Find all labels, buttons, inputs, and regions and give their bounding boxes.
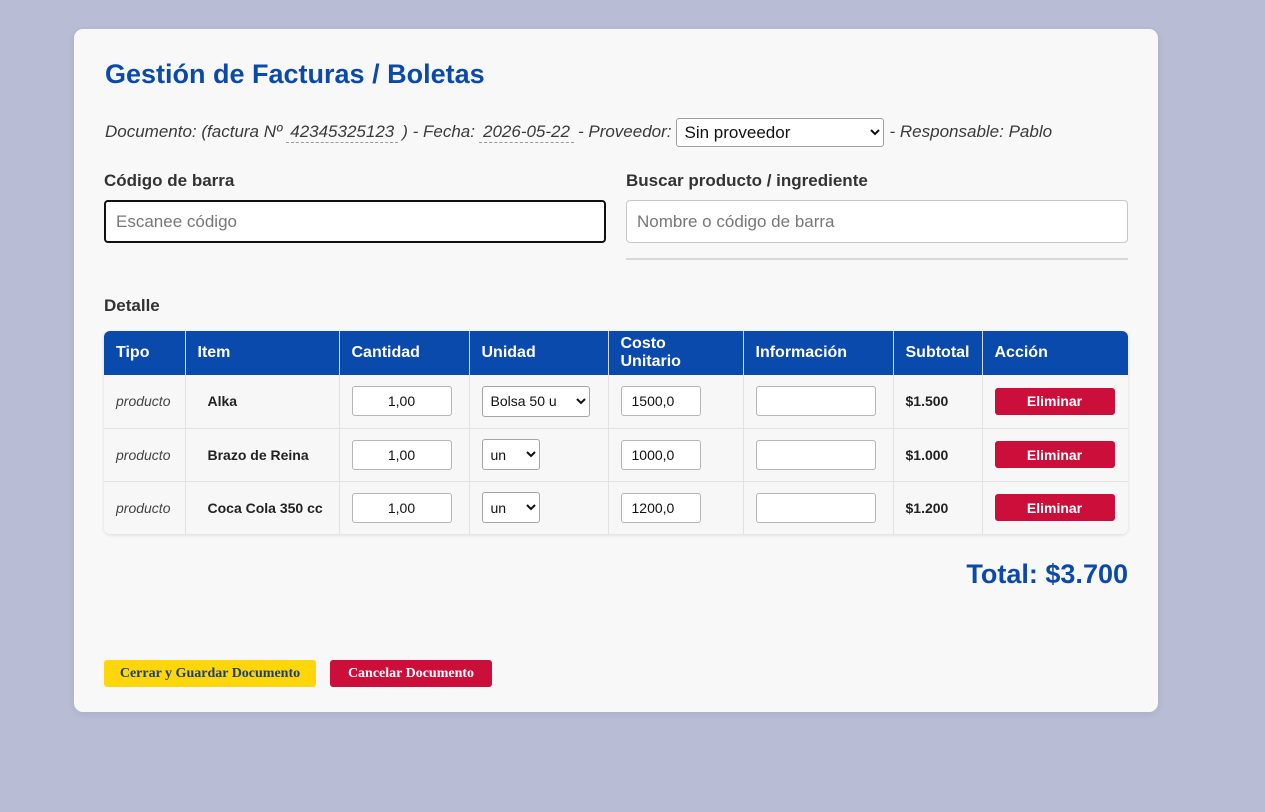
unit-select[interactable]: un <box>481 492 540 524</box>
document-info-line: Documento: (factura Nº 42345325123 ) - F… <box>105 117 1052 147</box>
cancel-document-button[interactable]: Cancelar Documento <box>330 660 492 687</box>
table-row: producto Coca Cola 350 cc un $1.200 Elim… <box>104 480 1128 534</box>
delete-row-button[interactable]: Eliminar <box>994 387 1115 415</box>
cell-accion: Eliminar <box>982 480 1128 534</box>
unit-select[interactable]: un <box>481 439 540 470</box>
cell-item: Brazo de Reina <box>185 427 340 481</box>
info-input[interactable] <box>755 439 876 470</box>
quantity-input[interactable] <box>351 492 452 523</box>
cell-unidad: Bolsa 50 u <box>469 375 609 428</box>
provider-prefix-text: - Proveedor: <box>577 122 672 141</box>
page-title: Gestión de Facturas / Boletas <box>105 59 485 89</box>
table-header-row: Tipo Item Cantidad Unidad Costo Unitario… <box>104 331 1128 375</box>
header-tipo: Tipo <box>104 331 186 375</box>
cell-informacion <box>743 480 894 534</box>
cell-subtotal: $1.000 <box>893 427 983 481</box>
doc-prefix-text: Documento: (factura Nº <box>105 122 283 141</box>
cell-costo <box>608 427 744 481</box>
cell-subtotal: $1.500 <box>893 375 983 428</box>
cell-unidad: un <box>469 480 609 534</box>
cell-tipo: producto <box>104 480 186 534</box>
cell-informacion <box>743 427 894 481</box>
cell-tipo: producto <box>104 427 186 481</box>
unit-cost-input[interactable] <box>620 492 701 523</box>
header-unidad: Unidad <box>469 331 609 375</box>
cell-costo <box>608 375 744 428</box>
detail-table: Tipo Item Cantidad Unidad Costo Unitario… <box>104 331 1128 534</box>
header-accion: Acción <box>982 331 1128 375</box>
info-input[interactable] <box>755 492 876 523</box>
header-item: Item <box>185 331 340 375</box>
table-row: producto Alka Bolsa 50 u $1.500 Eliminar <box>104 375 1128 428</box>
search-input[interactable] <box>626 200 1128 243</box>
header-informacion: Información <box>743 331 894 375</box>
responsible-text: - Responsable: Pablo <box>889 122 1053 141</box>
search-label: Buscar producto / ingrediente <box>626 171 868 190</box>
unit-select[interactable]: Bolsa 50 u <box>481 385 590 417</box>
quantity-input[interactable] <box>351 439 452 470</box>
table-row: producto Brazo de Reina un $1.000 Elimin… <box>104 427 1128 481</box>
save-document-button[interactable]: Cerrar y Guardar Documento <box>104 660 316 687</box>
cell-cantidad <box>339 480 470 534</box>
cell-cantidad <box>339 427 470 481</box>
date-prefix-text: ) - Fecha: <box>402 122 475 141</box>
delete-row-button[interactable]: Eliminar <box>994 494 1115 522</box>
cell-cantidad <box>339 375 470 428</box>
info-input[interactable] <box>755 386 876 417</box>
delete-row-button[interactable]: Eliminar <box>994 441 1115 468</box>
cell-item: Alka <box>185 375 340 428</box>
unit-cost-input[interactable] <box>620 386 701 417</box>
cell-costo <box>608 480 744 534</box>
unit-cost-input[interactable] <box>620 439 701 470</box>
total-amount: Total: $3.700 <box>966 559 1128 589</box>
cell-unidad: un <box>469 427 609 481</box>
barcode-input[interactable] <box>104 200 606 243</box>
doc-number-field[interactable]: 42345325123 <box>286 122 399 143</box>
cell-tipo: producto <box>104 375 186 428</box>
detail-label: Detalle <box>104 296 160 315</box>
cell-informacion <box>743 375 894 428</box>
quantity-input[interactable] <box>351 386 452 417</box>
invoice-card: Gestión de Facturas / Boletas Documento:… <box>74 29 1158 712</box>
cell-accion: Eliminar <box>982 375 1128 428</box>
detail-table-wrapper: Tipo Item Cantidad Unidad Costo Unitario… <box>104 331 1128 534</box>
cell-subtotal: $1.200 <box>893 480 983 534</box>
cell-item: Coca Cola 350 cc <box>185 480 340 534</box>
header-costo-unitario: Costo Unitario <box>608 331 744 375</box>
search-results-divider <box>626 258 1128 260</box>
barcode-label: Código de barra <box>104 171 235 190</box>
date-field[interactable]: 2026-05-22 <box>479 122 574 143</box>
header-subtotal: Subtotal <box>893 331 983 375</box>
header-cantidad: Cantidad <box>339 331 470 375</box>
cell-accion: Eliminar <box>982 427 1128 481</box>
provider-select[interactable]: Sin proveedor <box>675 117 884 147</box>
